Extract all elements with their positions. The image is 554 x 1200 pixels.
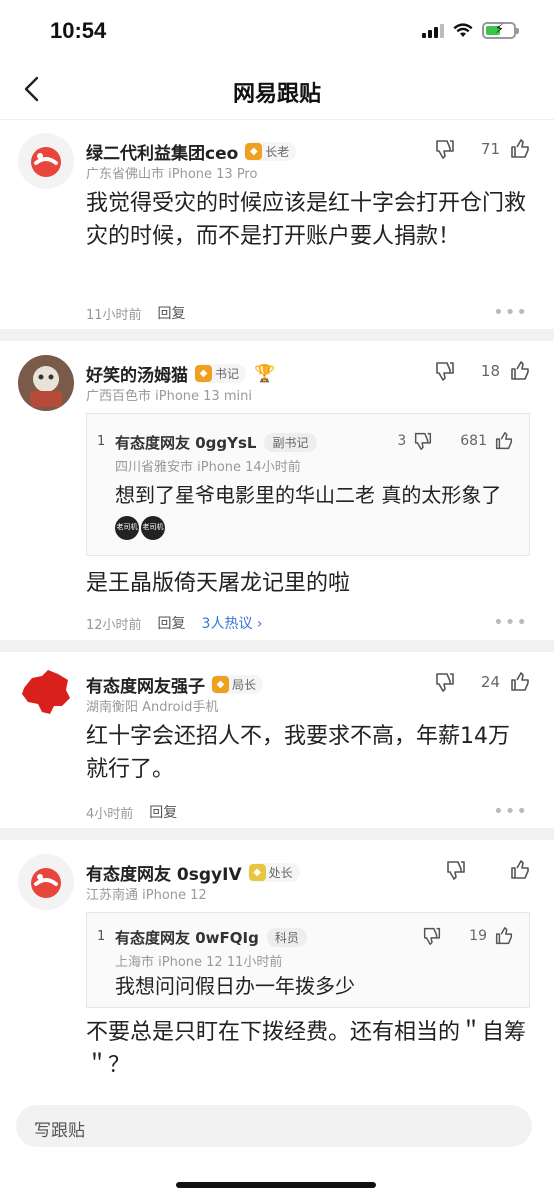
rank-badge: ◆ 处长 [247,863,300,882]
thumbs-down-icon[interactable] [412,430,434,452]
rank-badge: ◆ 书记 [194,364,247,383]
status-bar: 10:54 ⚡ [0,0,554,60]
page-title: 网易跟贴 [232,82,321,107]
thumbs-down-icon[interactable] [433,670,457,694]
thumbs-down-icon[interactable] [433,137,457,161]
thumbs-up-icon[interactable] [493,925,515,947]
reply-button[interactable]: 回复 [158,613,186,633]
floor-number: 1 [97,929,106,944]
username[interactable]: 好笑的汤姆猫 ◆ 书记 🏆 [86,361,276,387]
avatar[interactable] [18,854,74,910]
battery-icon: ⚡ [482,22,519,39]
user-meta: 江苏南通 iPhone 12 [86,888,207,903]
thumbs-up-icon[interactable] [508,858,532,882]
nav-bar: 网易跟贴 [0,60,554,120]
username[interactable]: 有态度网友 0sgyIV ◆ 处长 [86,860,300,885]
rank-icon: ◆ [245,143,263,160]
like-count: 24 [480,673,500,691]
avatar[interactable] [18,666,74,722]
quoted-meta: 四川省雅安市 iPhone 14小时前 [115,460,301,475]
like-count: 18 [480,362,500,380]
comment-footer: 4小时前 回复 [86,802,177,822]
quoted-vote-group: 3 681 [397,430,515,452]
more-options-button[interactable]: ••• [493,302,528,323]
compose-bar: 写跟贴 [0,1096,554,1200]
trophy-icon: 🏆 [254,363,276,384]
rank-badge: ◆ 长老 [244,142,297,161]
comment-time: 4小时前 [86,806,134,822]
rank-icon: ◆ [195,365,212,382]
more-options-button[interactable]: ••• [493,612,528,633]
thumbs-up-icon[interactable] [508,670,532,694]
compose-placeholder: 写跟贴 [34,1121,85,1141]
comment-body: 我觉得受灾的时候应该是红十字会打开仓门救灾的时候，而不是打开账户要人捐款！ [86,191,527,249]
vote-group: 71 [433,137,532,161]
home-indicator[interactable] [176,1182,376,1188]
quoted-comment[interactable]: 1 有态度网友 0ggYsL 副书记 3 681 四川省雅安市 iPhone 1… [86,413,530,556]
signal-icon [422,23,444,38]
thumbs-up-icon[interactable] [508,359,532,383]
emoji-sticker: 老司机 老司机 [115,515,165,540]
thumbs-up-icon[interactable] [493,430,515,452]
avatar[interactable] [18,133,74,189]
comment-body: 红十字会还招人不，我要求不高，年薪14万就行了。 [86,724,510,782]
quoted-comment[interactable]: 1 有态度网友 0wFQIg 科员 19 上海市 iPhone 12 11小时前… [86,912,530,1008]
thumbs-up-icon[interactable] [508,137,532,161]
like-count: 71 [480,140,500,158]
comment-time: 11小时前 [86,307,142,323]
comment-footer: 11小时前 回复 [86,303,186,323]
rank-icon: ◆ [248,864,266,881]
rank-icon: ◆ [212,676,229,693]
comment-item: 好笑的汤姆猫 ◆ 书记 🏆 广西百色市 iPhone 13 mini 18 1 有… [0,341,554,652]
status-time: 10:54 [50,18,107,43]
quoted-body: 想到了星爷电影里的华山二老 真的太形象了 老司机 老司机 [115,480,513,542]
comment-body: 是王晶版倚天屠龙记里的啦 [86,571,351,596]
comment-list: 绿二代利益集团ceo ◆ 长老 广东省佛山市 iPhone 13 Pro 71 我… [0,121,554,1100]
rank-badge: 科员 [266,928,307,947]
status-icons: ⚡ [422,22,519,39]
user-meta: 广西百色市 iPhone 13 mini [86,389,252,404]
reply-button[interactable]: 回复 [158,303,186,323]
thumbs-down-icon[interactable] [421,925,443,947]
vote-group [444,858,532,882]
rank-badge: 副书记 [264,433,317,452]
quoted-meta: 上海市 iPhone 12 11小时前 [115,955,283,970]
quoted-body: 我想问问假日办一年拨多少 [115,974,355,998]
username[interactable]: 绿二代利益集团ceo ◆ 长老 [86,139,297,164]
like-count: 681 [460,433,487,449]
comment-body: 不要总是只盯在下拨经费。还有相当的＂自筹＂？ [86,1020,527,1078]
quoted-username[interactable]: 有态度网友 0ggYsL 副书记 [115,432,317,453]
thumbs-down-icon[interactable] [433,359,457,383]
comment-footer: 12小时前 回复 3人热议 › [86,613,263,633]
hot-discussion-link[interactable]: 3人热议 › [202,613,263,633]
comment-item: 绿二代利益集团ceo ◆ 长老 广东省佛山市 iPhone 13 Pro 71 我… [0,121,554,341]
comment-time: 12小时前 [86,617,142,633]
dislike-count: 3 [397,433,407,449]
more-options-button[interactable]: ••• [493,801,528,822]
like-count: 19 [469,928,487,944]
rank-badge: ◆ 局长 [211,675,264,694]
user-meta: 广东省佛山市 iPhone 13 Pro [86,167,258,182]
vote-group: 18 [433,359,532,383]
reply-button[interactable]: 回复 [149,802,177,822]
quoted-vote-group: 19 [421,925,515,947]
vote-group: 24 [433,670,532,694]
wifi-icon [453,23,473,37]
avatar[interactable] [18,355,74,411]
compose-input[interactable]: 写跟贴 [16,1105,532,1147]
comment-item: 有态度网友强子 ◆ 局长 湖南衡阳 Android手机 24 红十字会还招人不，我… [0,652,554,840]
comment-item: 有态度网友 0sgyIV ◆ 处长 江苏南通 iPhone 12 1 有态度网友 … [0,840,554,1100]
quoted-username[interactable]: 有态度网友 0wFQIg 科员 [115,927,307,948]
thumbs-down-icon[interactable] [444,858,468,882]
username[interactable]: 有态度网友强子 ◆ 局长 [86,672,264,697]
floor-number: 1 [97,434,106,449]
user-meta: 湖南衡阳 Android手机 [86,700,219,715]
